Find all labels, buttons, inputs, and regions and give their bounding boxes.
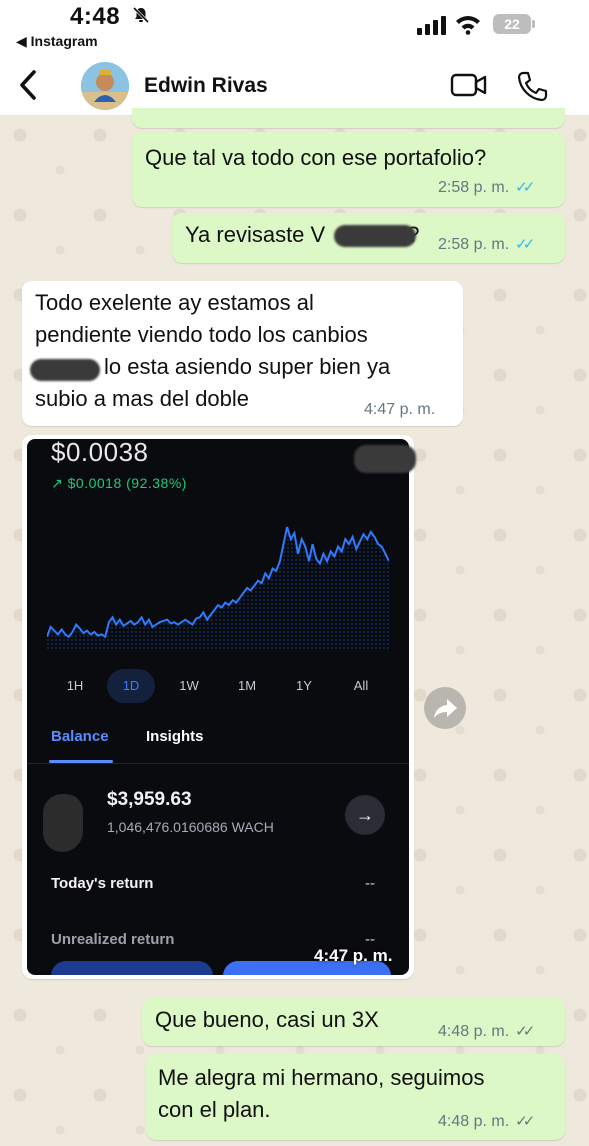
message-time: 4:48 p. m. — [438, 1023, 510, 1040]
time-range-tabs: 1H 1D 1W 1M 1Y All — [43, 661, 399, 703]
shared-screenshot[interactable]: $0.0038 ↗ $0.0018 (92.38%) 1H 1D 1W 1M 1Y All… — [27, 439, 409, 975]
message-line: lo esta asiendo super bien ya — [104, 354, 391, 379]
phone-icon[interactable] — [515, 70, 549, 102]
message-meta: 4:48 p. m. ✓✓ — [438, 1112, 535, 1131]
message-line: Me alegra mi hermano, seguimos — [158, 1065, 485, 1090]
battery-indicator: 22 — [493, 14, 535, 34]
arrow-right-icon[interactable]: → — [345, 795, 385, 835]
message-bubble-incoming[interactable]: Todo exelente ay estamos al pendiente vi… — [22, 281, 463, 426]
delivered-ticks-icon: ✓✓ — [515, 1023, 535, 1040]
balance-insights-tabs: Balance Insights — [27, 724, 409, 764]
chat-header: Edwin Rivas — [0, 56, 589, 116]
redacted-token-icon — [43, 794, 83, 852]
range-tab-1h[interactable]: 1H — [51, 669, 99, 703]
bell-slash-icon — [132, 6, 150, 29]
message-text-part: Ya revisaste V — [185, 222, 326, 247]
redaction-mark — [334, 225, 416, 247]
avatar[interactable] — [81, 62, 129, 110]
status-bar: 4:48 ◀ Instagram 22 — [0, 0, 589, 56]
todays-return-value: -- — [365, 875, 375, 892]
tab-insights[interactable]: Insights — [146, 728, 204, 745]
message-text: Que tal va todo con ese portafolio? — [145, 145, 487, 170]
video-camera-icon[interactable] — [450, 72, 488, 98]
tab-balance[interactable]: Balance — [51, 728, 109, 745]
message-meta: 4:48 p. m. ✓✓ — [438, 1022, 535, 1041]
contact-name[interactable]: Edwin Rivas — [144, 74, 268, 98]
holding-value: $3,959.63 — [107, 789, 192, 810]
message-bubble-outgoing[interactable]: Que tal va todo con ese portafolio? 2:58… — [132, 132, 565, 207]
message-line: subio a mas del doble — [35, 386, 250, 411]
unrealized-return-label: Unrealized return — [51, 931, 175, 948]
action-button-left[interactable] — [51, 961, 213, 975]
image-message-time: 4:47 p. m. — [314, 946, 393, 965]
range-tab-1d[interactable]: 1D — [107, 669, 155, 703]
message-bubble-outgoing[interactable]: Ya revisaste V? 2:58 p. m.✓✓ — [172, 213, 565, 263]
delivered-ticks-icon: ✓✓ — [515, 1113, 535, 1130]
wifi-icon — [455, 13, 481, 35]
status-time: 4:48 — [70, 3, 121, 30]
cell-signal-icon — [417, 15, 447, 35]
forward-arrow-icon[interactable] — [424, 687, 466, 729]
price-change: ↗ $0.0018 (92.38%) — [51, 475, 187, 491]
redaction-mark — [30, 359, 100, 381]
range-tab-all[interactable]: All — [337, 669, 385, 703]
range-tab-1y[interactable]: 1Y — [280, 669, 328, 703]
range-tab-1m[interactable]: 1M — [223, 669, 271, 703]
message-bubble-partial — [132, 108, 565, 128]
message-meta: 2:58 p. m. ✓✓ — [438, 235, 535, 254]
token-price: $0.0038 — [51, 439, 149, 467]
message-line: pendiente viendo todo los canbios — [35, 322, 368, 347]
read-ticks-icon: ✓✓ — [515, 179, 535, 196]
active-tab-indicator — [49, 760, 113, 763]
message-bubble-outgoing[interactable]: Que bueno, casi un 3X 4:48 p. m. ✓✓ — [142, 998, 565, 1046]
read-ticks-icon: ✓✓ — [515, 236, 535, 253]
message-text: Que bueno, casi un 3X — [155, 1007, 379, 1032]
message-bubble-outgoing[interactable]: Me alegra mi hermano, seguimos con el pl… — [146, 1054, 565, 1140]
image-message-bubble[interactable]: $0.0038 ↗ $0.0018 (92.38%) 1H 1D 1W 1M 1Y All… — [22, 435, 416, 979]
message-time: 4:47 p. m. — [364, 401, 436, 418]
message-line: con el plan. — [158, 1097, 271, 1122]
back-to-app-link[interactable]: ◀ Instagram — [16, 33, 98, 50]
message-meta: 2:58 p. m. ✓✓ — [438, 178, 535, 197]
redaction-mark — [354, 445, 416, 473]
chevron-left-icon[interactable] — [14, 68, 44, 102]
message-time: 2:58 p. m. — [438, 179, 510, 196]
todays-return-label: Today's return — [51, 875, 154, 892]
message-time: 2:58 p. m. — [438, 236, 510, 253]
holding-amount: 1,046,476.0160686 WACH — [107, 819, 274, 835]
message-time: 4:48 p. m. — [438, 1113, 510, 1130]
message-line: Todo exelente ay estamos al — [35, 290, 314, 315]
range-tab-1w[interactable]: 1W — [165, 669, 213, 703]
